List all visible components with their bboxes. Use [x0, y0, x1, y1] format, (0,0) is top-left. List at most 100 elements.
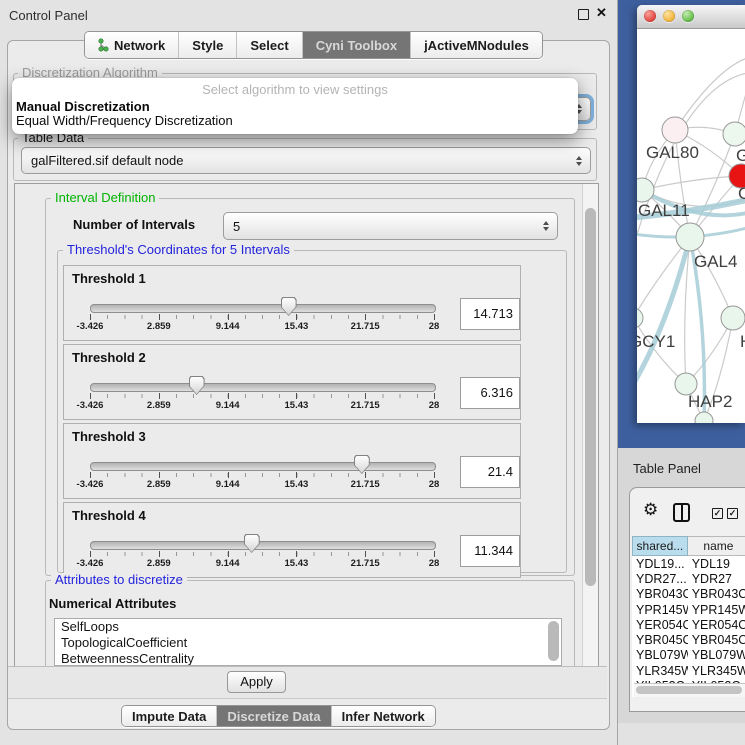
- popup-option[interactable]: Equal Width/Frequency Discretization: [16, 113, 233, 128]
- table-row[interactable]: YPR145WYPR145W: [632, 602, 745, 617]
- table-panel-title: Table Panel: [633, 461, 701, 476]
- traffic-light-zoom-icon[interactable]: [682, 10, 694, 22]
- tab-discretize-data[interactable]: Discretize Data: [216, 706, 330, 726]
- popup-option[interactable]: Manual Discretization: [16, 99, 150, 114]
- checked-checkbox-icon[interactable]: ✓: [727, 508, 738, 519]
- cell-shared-name: YER054C: [632, 618, 688, 632]
- network-node-label: GAL80: [646, 143, 699, 162]
- table-hscrollbar[interactable]: [634, 683, 745, 697]
- slider-major-tick: [159, 551, 160, 557]
- cell-name: YBR043C: [688, 587, 745, 601]
- network-node[interactable]: [721, 306, 745, 330]
- slider-tick-label: 15.43: [285, 479, 309, 490]
- number-of-intervals-combo[interactable]: 5: [223, 212, 558, 240]
- network-node[interactable]: [695, 412, 713, 423]
- network-window-titlebar[interactable]: [637, 5, 745, 29]
- tab-cyni-toolbox[interactable]: Cyni Toolbox: [302, 32, 410, 58]
- checked-checkbox-icon[interactable]: ✓: [712, 508, 723, 519]
- cell-shared-name: YDR27...: [632, 572, 688, 586]
- threshold-slider-track[interactable]: [90, 383, 436, 392]
- table-row[interactable]: YDL19...YDL19: [632, 556, 745, 571]
- threshold-slider-track[interactable]: [90, 541, 436, 550]
- slider-major-tick: [159, 393, 160, 399]
- slider-tick-label: 15.43: [285, 400, 309, 411]
- slider-tick-label: 15.43: [285, 321, 309, 332]
- tab-label: jActiveMNodules: [424, 38, 529, 53]
- apply-button[interactable]: Apply: [227, 671, 286, 693]
- settings-scrollbar-thumb[interactable]: [585, 208, 596, 586]
- table-row[interactable]: YBR045CYBR045C: [632, 632, 745, 647]
- number-of-intervals-value: 5: [233, 213, 240, 239]
- threshold-slider-thumb[interactable]: [244, 534, 260, 553]
- tab-label: Style: [192, 38, 223, 53]
- network-node[interactable]: [676, 223, 704, 251]
- cell-shared-name: YBR045C: [632, 633, 688, 647]
- threshold-value-field[interactable]: 14.713: [460, 298, 520, 330]
- threshold-label: Threshold 3: [72, 429, 146, 444]
- threshold-label: Threshold 1: [72, 271, 146, 286]
- cell-shared-name: YPR145W: [632, 603, 688, 617]
- slider-major-tick: [90, 393, 91, 399]
- attribute-list-item[interactable]: TopologicalCoefficient: [55, 635, 561, 651]
- tab-jactivemnodules[interactable]: jActiveMNodules: [410, 32, 542, 58]
- close-icon[interactable]: ✕: [596, 5, 607, 21]
- slider-major-tick: [434, 393, 435, 399]
- slider-minor-ticks: [90, 394, 435, 398]
- list-scrollbar-thumb[interactable]: [548, 621, 559, 661]
- network-node[interactable]: [662, 117, 688, 143]
- table-row[interactable]: YLR345WYLR345W: [632, 663, 745, 678]
- table-row[interactable]: YER054CYER054C: [632, 617, 745, 632]
- slider-major-tick: [296, 551, 297, 557]
- numerical-attributes-label: Numerical Attributes: [49, 596, 176, 611]
- slider-tick-label: 21.715: [351, 479, 380, 490]
- slider-tick-label: 2.859: [147, 321, 171, 332]
- threshold-slider-track[interactable]: [90, 304, 436, 313]
- combo-arrows-icon: [576, 156, 582, 166]
- tab-style[interactable]: Style: [178, 32, 236, 58]
- settings-scrollbar[interactable]: [582, 184, 598, 666]
- network-canvas[interactable]: GAL80GACGAL11GAL4GCY1HHAP2: [637, 28, 745, 423]
- cell-shared-name: YBR043C: [632, 587, 688, 601]
- network-node-label: H: [740, 332, 745, 351]
- tab-network[interactable]: Network: [85, 32, 178, 58]
- table-row[interactable]: YDR27...YDR27: [632, 571, 745, 586]
- column-header-shared-name[interactable]: shared...: [632, 536, 688, 556]
- threshold-slider-track[interactable]: [90, 462, 436, 471]
- number-of-intervals-label: Number of Intervals: [73, 217, 195, 232]
- network-edge-highlighted: [637, 237, 690, 390]
- network-node[interactable]: [723, 122, 745, 146]
- slider-major-tick: [228, 314, 229, 320]
- threshold-box: Threshold 3 21.4 -3.4262.8599.14415.4321…: [63, 423, 521, 499]
- attribute-list-item[interactable]: BetweennessCentrality: [55, 651, 561, 666]
- table-row[interactable]: YBL079WYBL079W: [632, 648, 745, 663]
- network-node[interactable]: [637, 308, 643, 328]
- combo-arrows-icon: [543, 221, 549, 231]
- table-body: YDL19...YDL19YDR27...YDR27YBR043CYBR043C…: [632, 556, 745, 694]
- table-data-combo[interactable]: galFiltered.sif default node: [21, 147, 591, 174]
- threshold-slider-thumb[interactable]: [281, 297, 297, 316]
- gear-icon[interactable]: ⚙: [643, 501, 658, 518]
- table-panel-window: ⚙ ✓ ✓ shared... name YDL19...YDL19YDR27.…: [629, 487, 745, 712]
- tab-infer-network[interactable]: Infer Network: [331, 706, 435, 726]
- float-window-icon[interactable]: [578, 9, 589, 20]
- table-hscrollbar-thumb[interactable]: [636, 686, 742, 694]
- split-columns-icon[interactable]: [673, 503, 690, 522]
- threshold-stack: Threshold 1 14.713 -3.4262.8599.14415.43…: [63, 265, 521, 581]
- slider-tick-label: 28: [429, 479, 440, 490]
- slider-minor-ticks: [90, 473, 435, 477]
- threshold-slider-thumb[interactable]: [189, 376, 205, 395]
- tab-label: Select: [250, 38, 288, 53]
- apply-strip: [8, 666, 607, 699]
- threshold-value-field[interactable]: 21.4: [460, 456, 520, 488]
- attribute-list-item[interactable]: SelfLoops: [55, 619, 561, 635]
- traffic-light-minimize-icon[interactable]: [663, 10, 675, 22]
- tab-select[interactable]: Select: [236, 32, 301, 58]
- threshold-value-field[interactable]: 11.344: [460, 535, 520, 567]
- threshold-value-field[interactable]: 6.316: [460, 377, 520, 409]
- threshold-slider-thumb[interactable]: [354, 455, 370, 474]
- table-row[interactable]: YBR043CYBR043C: [632, 587, 745, 602]
- column-header-name[interactable]: name: [688, 536, 745, 556]
- network-node-label: GAL4: [694, 252, 737, 271]
- tab-impute-data[interactable]: Impute Data: [122, 706, 216, 726]
- traffic-light-close-icon[interactable]: [644, 10, 656, 22]
